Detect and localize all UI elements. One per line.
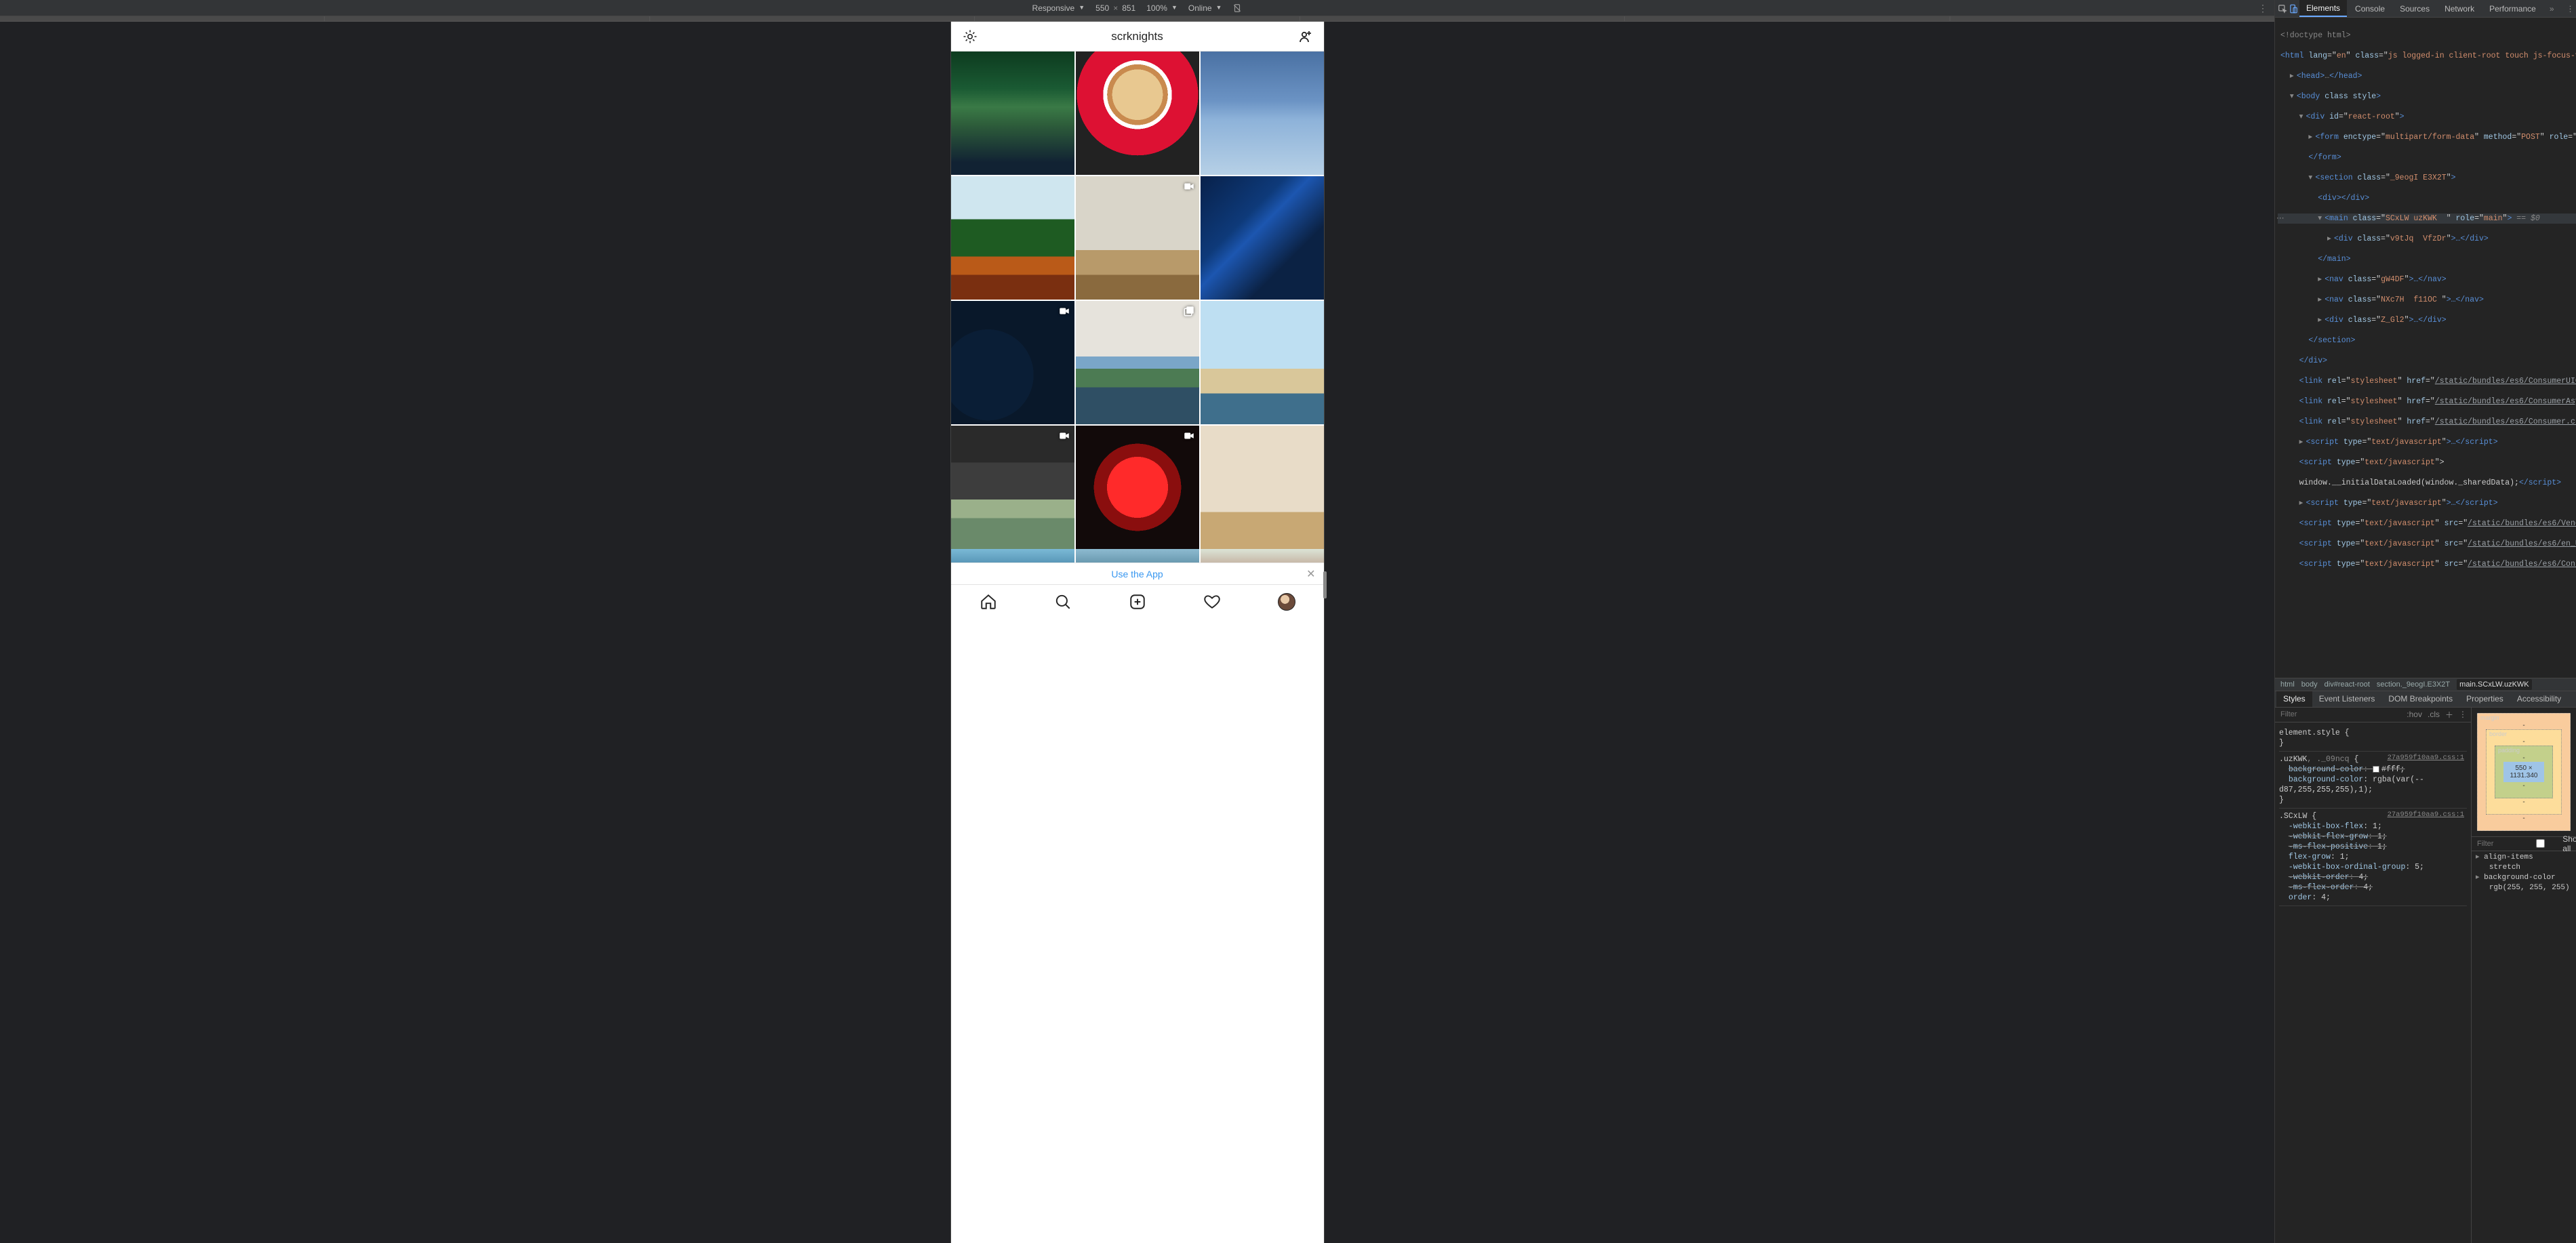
viewport-height[interactable]: 851 — [1122, 3, 1135, 13]
use-app-banner[interactable]: Use the App ✕ — [951, 563, 1324, 584]
video-icon — [1058, 305, 1070, 319]
posts-next-row — [951, 549, 1324, 563]
video-icon — [1183, 430, 1195, 444]
resize-handle[interactable] — [1323, 571, 1327, 598]
post-tile[interactable] — [1076, 426, 1199, 549]
zoom-select[interactable]: 100% ▼ — [1146, 3, 1178, 13]
breadcrumb-item[interactable]: main.SCxLW.uzKWK — [2457, 679, 2532, 690]
post-tile[interactable] — [951, 301, 1074, 424]
caret-down-icon: ▼ — [1079, 4, 1085, 11]
box-model-content: 550 × 1131.340 — [2503, 762, 2544, 782]
video-icon — [1058, 430, 1070, 444]
rotate-icon[interactable] — [1232, 3, 1242, 13]
post-tile[interactable] — [951, 176, 1074, 300]
caret-down-icon: ▼ — [1216, 4, 1222, 11]
kebab-menu-icon[interactable]: ⋮ — [2561, 4, 2576, 14]
dimension-x: × — [1113, 3, 1118, 13]
posts-grid — [951, 52, 1324, 549]
profile-header: scrknights — [951, 22, 1324, 52]
ruler-bar — [0, 16, 2274, 22]
show-all-label: Show all — [2562, 834, 2576, 853]
device-toolbar: Responsive ▼ 550 × 851 100% ▼ Online ▼ — [0, 0, 2274, 16]
post-tile[interactable] — [1201, 426, 1324, 549]
styles-rules[interactable]: element.style { } 27a959f10aa9.css:1 .uz… — [2275, 722, 2471, 1243]
subtab-event-listeners[interactable]: Event Listeners — [2312, 691, 2382, 707]
tab-sources[interactable]: Sources — [2393, 0, 2436, 17]
heart-icon[interactable] — [1203, 593, 1221, 611]
throttling-select[interactable]: Online ▼ — [1188, 3, 1222, 13]
zoom-value: 100% — [1146, 3, 1167, 13]
hov-toggle[interactable]: :hov — [2407, 710, 2422, 719]
tab-network[interactable]: Network — [2438, 0, 2481, 17]
styles-subtabs: Styles Event Listeners DOM Breakpoints P… — [2275, 691, 2576, 708]
search-icon[interactable] — [1054, 593, 1072, 611]
post-tile[interactable] — [951, 426, 1074, 549]
device-name: Responsive — [1032, 3, 1075, 13]
close-icon[interactable]: ✕ — [1306, 567, 1315, 581]
throttle-value: Online — [1188, 3, 1212, 13]
home-icon[interactable] — [980, 593, 997, 611]
computed-properties[interactable]: align-items stretch background-color rgb… — [2472, 851, 2576, 895]
caret-down-icon: ▼ — [1171, 4, 1178, 11]
post-tile[interactable] — [1201, 301, 1324, 424]
subtab-styles[interactable]: Styles — [2276, 691, 2312, 707]
use-app-label: Use the App — [1111, 569, 1163, 579]
device-stage: scrknights — [0, 22, 2274, 1243]
styles-toolbar: :hov .cls ＋ ⋮ — [2275, 708, 2471, 722]
post-tile[interactable] — [1201, 52, 1324, 175]
devtools-tabs: Elements Console Sources Network Perform… — [2275, 0, 2576, 18]
subtab-properties[interactable]: Properties — [2459, 691, 2510, 707]
subtab-accessibility[interactable]: Accessibility — [2510, 691, 2568, 707]
device-select[interactable]: Responsive ▼ — [1032, 3, 1085, 13]
styles-filter-input[interactable] — [2279, 710, 2354, 719]
discover-people-icon[interactable] — [1297, 28, 1313, 45]
settings-icon[interactable] — [962, 28, 978, 45]
breadcrumb-item[interactable]: div#react-root — [2325, 680, 2370, 689]
dom-selected-line[interactable]: ▾<main class="SCxLW uzKWK " role="main">… — [2278, 213, 2576, 224]
tab-elements[interactable]: Elements — [2299, 0, 2347, 17]
css-source-link[interactable]: 27a959f10aa9.css:1 — [2388, 810, 2464, 820]
bottom-nav — [951, 584, 1324, 618]
inspect-element-icon[interactable] — [2278, 4, 2287, 14]
breadcrumb-item[interactable]: section._9eogI.E3X2T — [2377, 680, 2450, 689]
viewport-width[interactable]: 550 — [1095, 3, 1109, 13]
show-all-checkbox[interactable] — [2523, 839, 2558, 848]
cls-toggle[interactable]: .cls — [2428, 710, 2440, 719]
kebab-menu-icon[interactable]: ⋮ — [2258, 3, 2268, 14]
post-tile[interactable] — [1201, 176, 1324, 300]
breadcrumb-item[interactable]: body — [2301, 680, 2318, 689]
video-icon — [1183, 180, 1195, 195]
post-tile[interactable] — [1076, 301, 1199, 424]
subtab-dom-breakpoints[interactable]: DOM Breakpoints — [2381, 691, 2459, 707]
viewport-dimensions[interactable]: 550 × 851 — [1095, 3, 1135, 13]
tab-performance[interactable]: Performance — [2482, 0, 2543, 17]
post-tile[interactable] — [1076, 176, 1199, 300]
post-tile[interactable] — [951, 52, 1074, 175]
phone-frame: scrknights — [951, 22, 1324, 1243]
tab-console[interactable]: Console — [2348, 0, 2392, 17]
css-selector[interactable]: element.style { — [2279, 728, 2467, 738]
css-source-link[interactable]: 27a959f10aa9.css:1 — [2388, 753, 2464, 763]
post-tile[interactable] — [1076, 52, 1199, 175]
dom-tree[interactable]: <!doctype html> <html lang="en" class="j… — [2275, 18, 2576, 678]
box-model[interactable]: margin - border - padding - 550 × 1131.3… — [2472, 708, 2576, 836]
tabs-overflow-icon[interactable]: » — [2544, 4, 2560, 14]
profile-avatar[interactable] — [1278, 593, 1295, 611]
dom-breadcrumb[interactable]: html body div#react-root section._9eogI.… — [2275, 678, 2576, 691]
device-mode-icon[interactable] — [2289, 4, 2298, 14]
username-title: scrknights — [1111, 30, 1163, 43]
breadcrumb-item[interactable]: html — [2280, 680, 2295, 689]
devtools-panel: Elements Console Sources Network Perform… — [2274, 0, 2576, 1243]
styles-menu-icon[interactable]: ⋮ — [2459, 710, 2467, 719]
computed-filter-input[interactable] — [2476, 839, 2516, 849]
new-style-rule-icon[interactable]: ＋ — [2445, 709, 2453, 720]
add-post-icon[interactable] — [1129, 593, 1146, 611]
computed-filter-bar: Show all — [2472, 836, 2576, 851]
carousel-icon — [1183, 305, 1195, 319]
